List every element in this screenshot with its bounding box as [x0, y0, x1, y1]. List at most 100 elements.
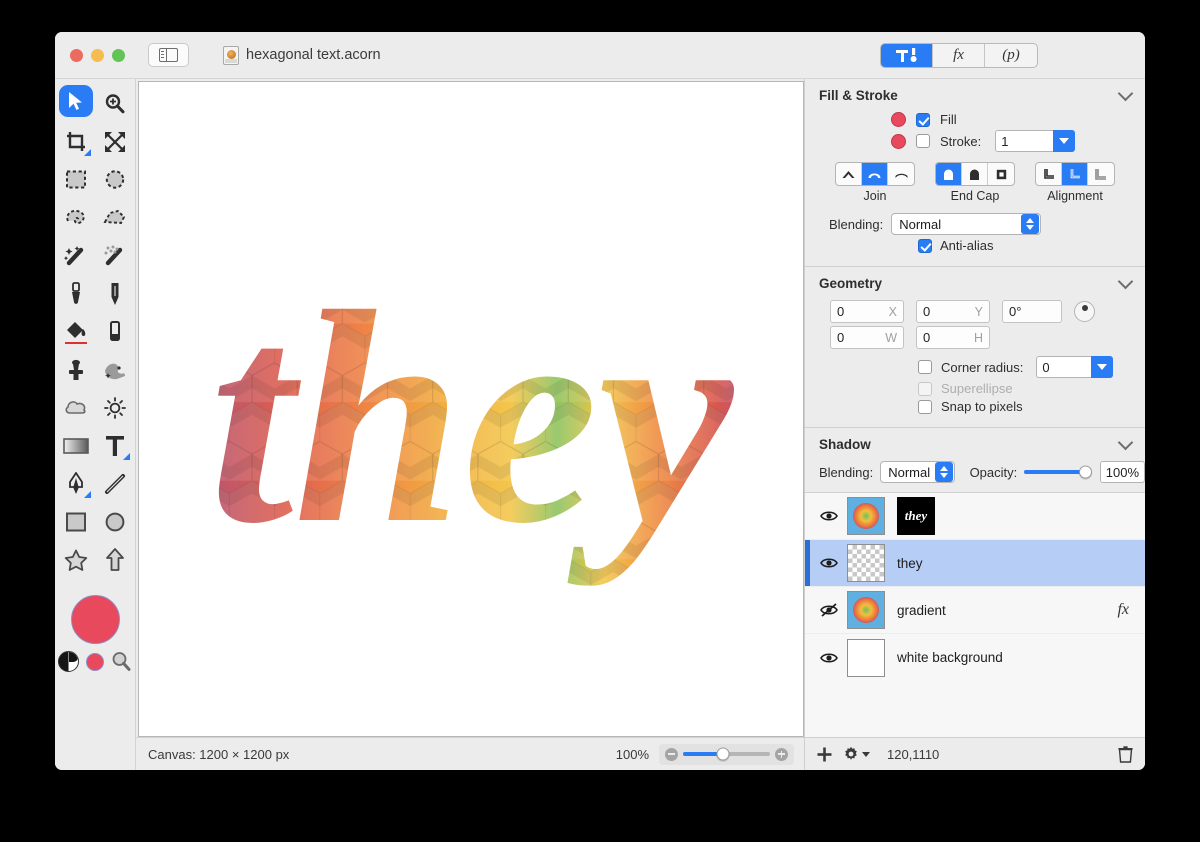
- shadow-blending-popup[interactable]: Normal: [880, 461, 955, 483]
- zoom-tool[interactable]: [98, 85, 132, 123]
- stroke-checkbox[interactable]: [916, 134, 930, 148]
- stroke-color-swatch[interactable]: [891, 133, 906, 149]
- layer-name[interactable]: they: [897, 556, 923, 571]
- layer-row-white-background[interactable]: white background: [805, 634, 1145, 681]
- alignment-inside-button[interactable]: [1036, 163, 1062, 185]
- geometry-angle-field[interactable]: 0°: [1002, 300, 1062, 323]
- close-button[interactable]: [70, 48, 83, 62]
- corner-radius-field[interactable]: 0: [1036, 356, 1092, 378]
- gradient-tool[interactable]: [59, 427, 93, 465]
- alignment-buttons[interactable]: [1035, 162, 1115, 186]
- polygon-lasso-tool[interactable]: [98, 199, 132, 237]
- join-miter-button[interactable]: [836, 163, 862, 185]
- join-round-button[interactable]: [862, 163, 888, 185]
- smudge-tool[interactable]: [98, 351, 132, 389]
- layer-thumbnail[interactable]: [847, 497, 885, 535]
- rectangle-shape-tool[interactable]: [59, 503, 93, 541]
- endcap-round-button[interactable]: [962, 163, 988, 185]
- eraser-tool[interactable]: [98, 313, 132, 351]
- foreground-color-swatch[interactable]: [70, 595, 120, 644]
- alignment-center-button[interactable]: [1062, 163, 1088, 185]
- layer-mask-thumbnail[interactable]: they: [897, 497, 935, 535]
- canvas-viewport[interactable]: they: [138, 81, 804, 737]
- sidebar-toggle-button[interactable]: [148, 43, 189, 67]
- layer-thumbnail[interactable]: [847, 638, 885, 677]
- crop-tool[interactable]: [59, 123, 93, 161]
- inspector-mode-tabs[interactable]: fx (p): [880, 43, 1038, 68]
- zoom-slider[interactable]: [659, 743, 794, 765]
- layer-visibility-toggle[interactable]: [819, 557, 838, 569]
- fill-stroke-collapse-chevron-icon[interactable]: [1117, 85, 1134, 101]
- geometry-collapse-chevron-icon[interactable]: [1117, 273, 1134, 289]
- layer-thumbnail[interactable]: [847, 591, 885, 629]
- pencil-tool[interactable]: [98, 275, 132, 313]
- magnifier-picker-icon[interactable]: [111, 651, 132, 672]
- shadow-opacity-slider[interactable]: [1024, 465, 1092, 479]
- blur-tool[interactable]: [59, 389, 93, 427]
- gear-icon[interactable]: [843, 746, 859, 762]
- endcap-butt-button[interactable]: [936, 163, 962, 185]
- stroke-width-field[interactable]: 1: [995, 130, 1054, 152]
- shadow-opacity-field[interactable]: 100%: [1099, 461, 1145, 483]
- layer-fx-badge[interactable]: fx: [1117, 601, 1129, 619]
- alignment-outside-button[interactable]: [1088, 163, 1114, 185]
- black-white-swatch[interactable]: [58, 651, 79, 672]
- layer-visibility-toggle[interactable]: [819, 603, 838, 617]
- gear-dropdown-arrow-icon[interactable]: [862, 751, 870, 757]
- zoom-slider-track[interactable]: [683, 747, 770, 761]
- corner-radius-checkbox[interactable]: [918, 360, 932, 374]
- shadow-opacity-knob[interactable]: [1078, 465, 1092, 479]
- layer-row-they[interactable]: they: [805, 540, 1145, 587]
- star-shape-tool[interactable]: [59, 541, 93, 579]
- arrow-shape-tool[interactable]: [98, 541, 132, 579]
- tab-presets[interactable]: (p): [985, 44, 1037, 67]
- ellipse-shape-tool[interactable]: [98, 503, 132, 541]
- move-selection-tool[interactable]: [58, 85, 93, 117]
- join-buttons[interactable]: [835, 162, 915, 186]
- minimize-button[interactable]: [91, 48, 104, 62]
- layer-name[interactable]: gradient: [897, 603, 946, 618]
- layer-visibility-toggle[interactable]: [819, 510, 838, 522]
- zoom-slider-knob[interactable]: [716, 747, 730, 761]
- elliptical-marquee-tool[interactable]: [98, 161, 132, 199]
- geometry-w-field[interactable]: 0 W: [830, 326, 904, 349]
- bezier-pen-tool[interactable]: [59, 465, 93, 503]
- zoom-button[interactable]: [112, 48, 125, 62]
- rectangular-marquee-tool[interactable]: [59, 161, 93, 199]
- antialias-checkbox[interactable]: [918, 238, 932, 253]
- lasso-tool[interactable]: [59, 199, 93, 237]
- zoom-in-icon[interactable]: [775, 747, 788, 761]
- geometry-x-field[interactable]: 0 X: [830, 300, 904, 323]
- line-tool[interactable]: [98, 465, 132, 503]
- fill-color-swatch[interactable]: [891, 112, 906, 127]
- zoom-out-icon[interactable]: [665, 747, 678, 761]
- magic-wand-tool[interactable]: [59, 237, 93, 275]
- add-layer-icon[interactable]: [817, 747, 832, 762]
- geometry-y-field[interactable]: 0 Y: [916, 300, 990, 323]
- endcap-square-button[interactable]: [988, 163, 1014, 185]
- layer-row-group[interactable]: they: [805, 493, 1145, 540]
- endcap-buttons[interactable]: [935, 162, 1015, 186]
- secondary-color-swatch[interactable]: [86, 652, 104, 671]
- tab-filters[interactable]: fx: [933, 44, 985, 67]
- instant-alpha-tool[interactable]: [98, 237, 132, 275]
- fill-blending-popup[interactable]: Normal: [891, 213, 1042, 235]
- fill-checkbox[interactable]: [916, 112, 930, 127]
- clone-stamp-tool[interactable]: [59, 351, 93, 389]
- brush-tool[interactable]: [59, 275, 93, 313]
- dodge-burn-tool[interactable]: [98, 389, 132, 427]
- layer-visibility-toggle[interactable]: [819, 652, 838, 664]
- paint-bucket-tool[interactable]: [59, 313, 93, 351]
- layer-row-gradient[interactable]: gradient fx: [805, 587, 1145, 634]
- layer-thumbnail[interactable]: [847, 544, 885, 582]
- join-bevel-button[interactable]: [888, 163, 914, 185]
- text-tool[interactable]: [98, 427, 132, 465]
- stroke-width-stepper[interactable]: [1053, 130, 1076, 152]
- corner-radius-stepper[interactable]: [1091, 356, 1114, 378]
- geometry-angle-knob[interactable]: [1074, 301, 1095, 322]
- tab-tools[interactable]: [881, 44, 933, 67]
- shadow-collapse-chevron-icon[interactable]: [1117, 434, 1134, 450]
- delete-layer-icon[interactable]: [1118, 745, 1133, 763]
- snap-to-pixels-checkbox[interactable]: [918, 399, 932, 414]
- layer-name[interactable]: white background: [897, 650, 1003, 665]
